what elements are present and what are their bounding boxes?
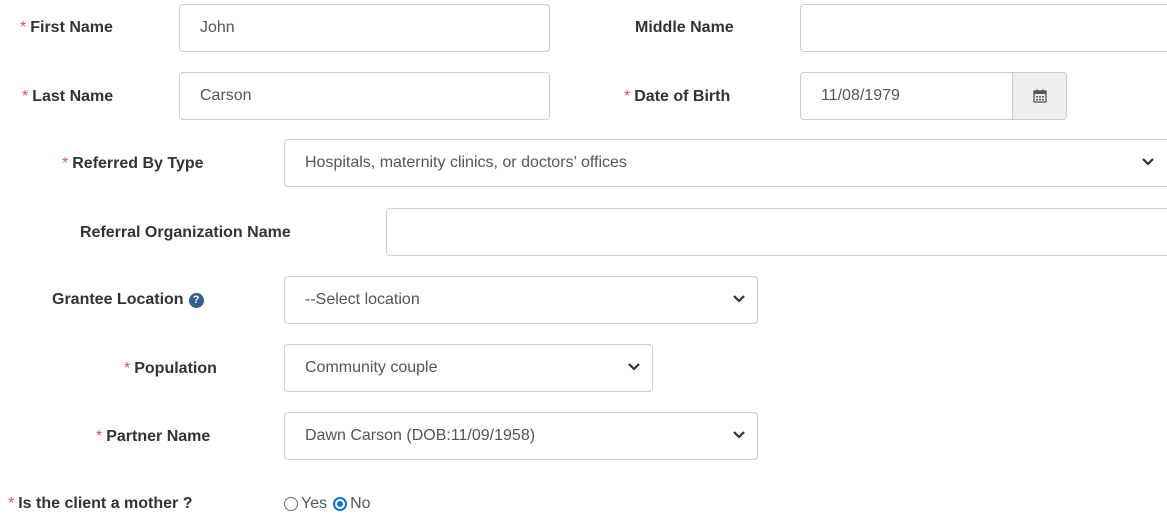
yes-radio[interactable] — [284, 497, 298, 511]
referred-by-type-select[interactable]: Hospitals, maternity clinics, or doctors… — [284, 139, 1167, 187]
partner-name-select[interactable]: Dawn Carson (DOB:11/09/1958) — [284, 412, 758, 460]
referral-organization-name-input[interactable] — [386, 208, 1167, 256]
middle-name-label: Middle Name — [635, 19, 734, 36]
calendar-button[interactable] — [1013, 72, 1067, 120]
referral-organization-name-label: Referral Organization Name — [80, 224, 291, 241]
is-mother-radio-group: Yes No — [284, 495, 371, 513]
date-of-birth-input[interactable]: 11/08/1979 — [800, 72, 1013, 120]
no-radio[interactable] — [333, 497, 348, 511]
date-of-birth-label: * Date of Birth — [624, 88, 731, 105]
calendar-icon — [1033, 89, 1047, 103]
population-select[interactable]: Community couple — [284, 344, 653, 392]
chevron-down-icon — [733, 295, 745, 303]
first-name-input[interactable]: John — [179, 4, 550, 52]
population-label: * Population — [124, 360, 217, 377]
question-circle-icon[interactable]: ? — [188, 293, 204, 308]
no-radio-label[interactable]: No — [350, 495, 370, 513]
referred-by-type-label: * Referred By Type — [62, 155, 204, 172]
chevron-down-icon — [628, 363, 640, 371]
partner-name-label: * Partner Name — [96, 428, 211, 445]
chevron-down-icon — [733, 431, 745, 439]
grantee-location-select[interactable]: --Select location — [284, 276, 758, 324]
grantee-location-label: Grantee Location? — [52, 291, 204, 309]
last-name-input[interactable]: Carson — [179, 72, 550, 120]
middle-name-input[interactable] — [800, 4, 1167, 52]
last-name-label: * Last Name — [22, 88, 114, 105]
yes-radio-label[interactable]: Yes — [301, 495, 327, 513]
first-name-label: * First Name — [20, 19, 113, 36]
is-mother-label: * Is the client a mother ? — [8, 495, 193, 512]
chevron-down-icon — [1142, 158, 1154, 166]
